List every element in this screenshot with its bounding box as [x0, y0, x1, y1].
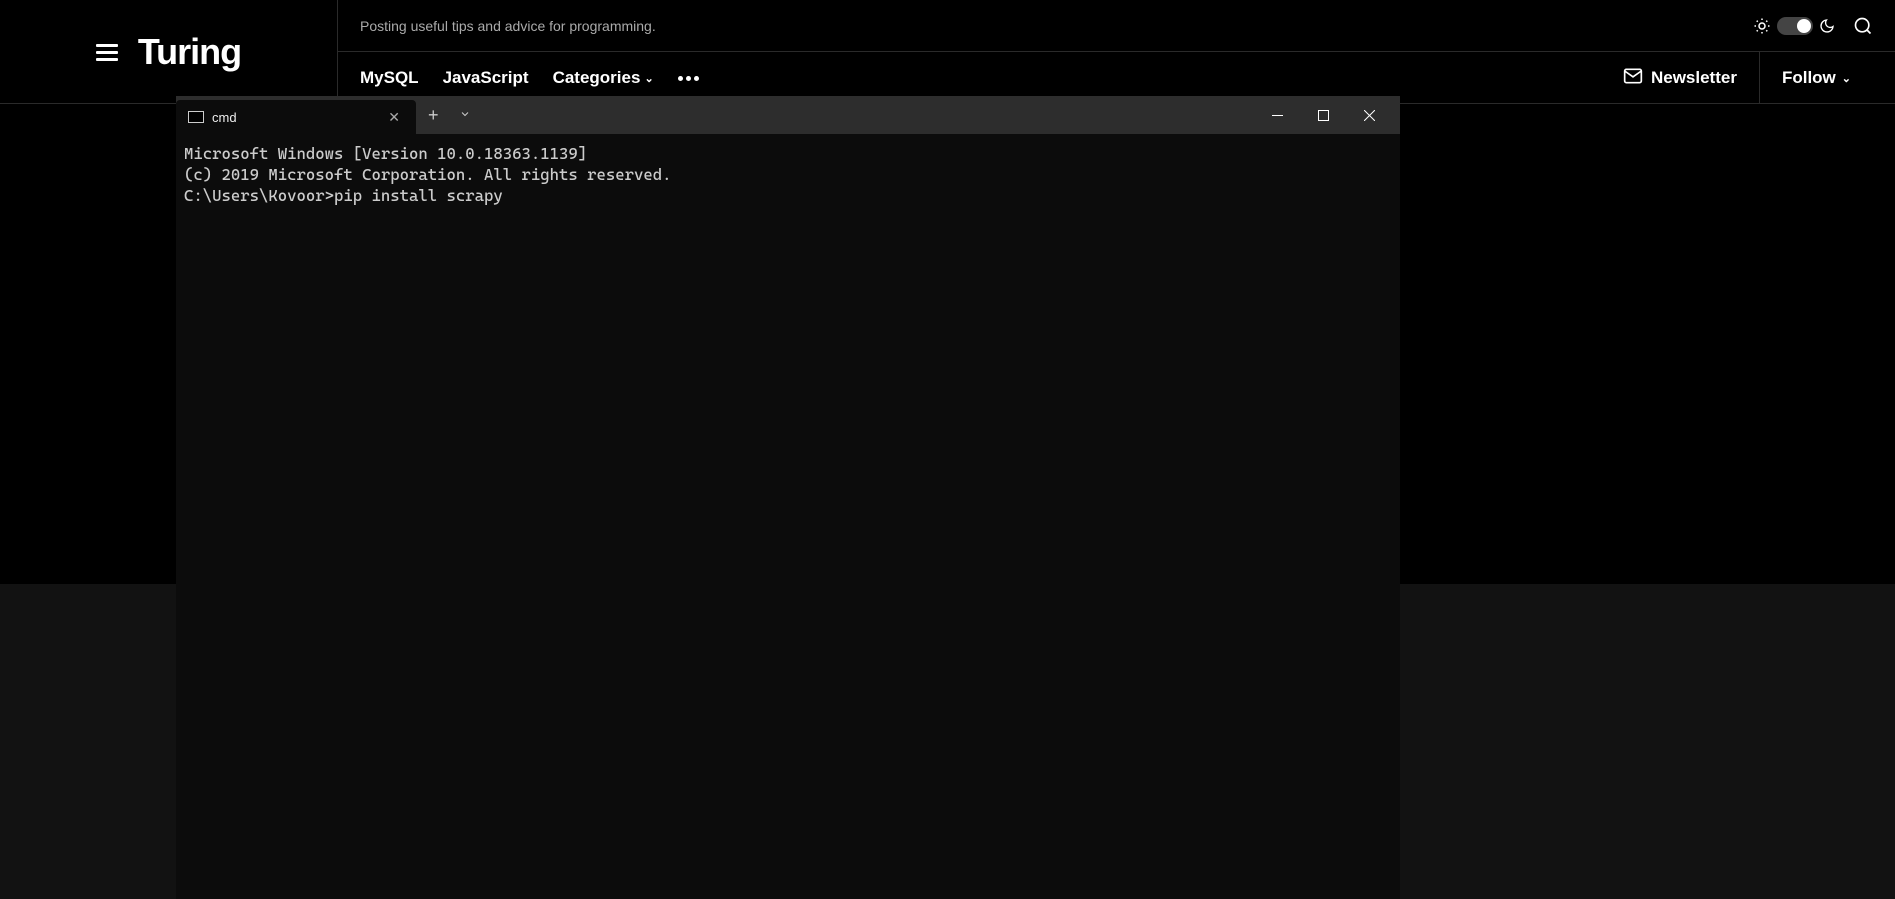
terminal-tab-cmd[interactable]: cmd ✕	[176, 100, 416, 134]
search-icon[interactable]	[1853, 16, 1873, 36]
nav-left: MySQL JavaScript Categories ⌄	[360, 68, 699, 88]
minimize-button[interactable]	[1254, 100, 1300, 130]
nav-label: JavaScript	[443, 68, 529, 88]
newsletter-label: Newsletter	[1651, 68, 1737, 88]
terminal-window: cmd ✕ + Microsoft Windows [Ver	[176, 96, 1400, 899]
tagline-right	[1753, 16, 1873, 36]
site-header: Turing Posting useful tips and advice fo…	[0, 0, 1895, 104]
nav-label: Categories	[553, 68, 641, 88]
terminal-line: C:\Users\Kovoor>pip install scrapy	[184, 186, 1392, 207]
theme-toggle	[1753, 17, 1835, 35]
nav-right: Newsletter Follow ⌄	[1601, 52, 1873, 104]
sun-icon	[1753, 17, 1771, 35]
nav-item-categories[interactable]: Categories ⌄	[553, 68, 654, 88]
header-left: Turing	[0, 0, 338, 104]
cmd-icon	[188, 111, 204, 123]
header-main: Posting useful tips and advice for progr…	[338, 0, 1895, 104]
terminal-line: (c) 2019 Microsoft Corporation. All righ…	[184, 165, 1392, 186]
site-logo[interactable]: Turing	[138, 31, 241, 73]
nav-item-javascript[interactable]: JavaScript	[443, 68, 529, 88]
nav-item-mysql[interactable]: MySQL	[360, 68, 419, 88]
follow-button[interactable]: Follow ⌄	[1760, 52, 1873, 104]
chevron-down-icon: ⌄	[1842, 72, 1851, 85]
tab-dropdown-icon[interactable]	[451, 108, 479, 123]
terminal-body[interactable]: Microsoft Windows [Version 10.0.18363.11…	[176, 134, 1400, 899]
tab-close-icon[interactable]: ✕	[384, 107, 404, 128]
tagline-row: Posting useful tips and advice for progr…	[338, 0, 1895, 52]
chevron-down-icon: ⌄	[644, 72, 653, 85]
follow-label: Follow	[1782, 68, 1836, 88]
close-button[interactable]	[1346, 100, 1392, 130]
more-menu-icon[interactable]	[678, 76, 699, 81]
new-tab-button[interactable]: +	[416, 105, 451, 126]
terminal-line: Microsoft Windows [Version 10.0.18363.11…	[184, 144, 1392, 165]
tagline-text: Posting useful tips and advice for progr…	[360, 18, 656, 34]
maximize-button[interactable]	[1300, 100, 1346, 130]
window-controls	[1254, 100, 1392, 130]
newsletter-button[interactable]: Newsletter	[1601, 52, 1760, 104]
mail-icon	[1623, 66, 1643, 91]
theme-toggle-switch[interactable]	[1777, 17, 1813, 35]
terminal-titlebar[interactable]: cmd ✕ +	[176, 96, 1400, 134]
tab-title: cmd	[212, 110, 237, 125]
nav-label: MySQL	[360, 68, 419, 88]
moon-icon	[1819, 18, 1835, 34]
hamburger-icon[interactable]	[96, 44, 118, 61]
terminal-tabs: cmd ✕ +	[176, 96, 479, 134]
